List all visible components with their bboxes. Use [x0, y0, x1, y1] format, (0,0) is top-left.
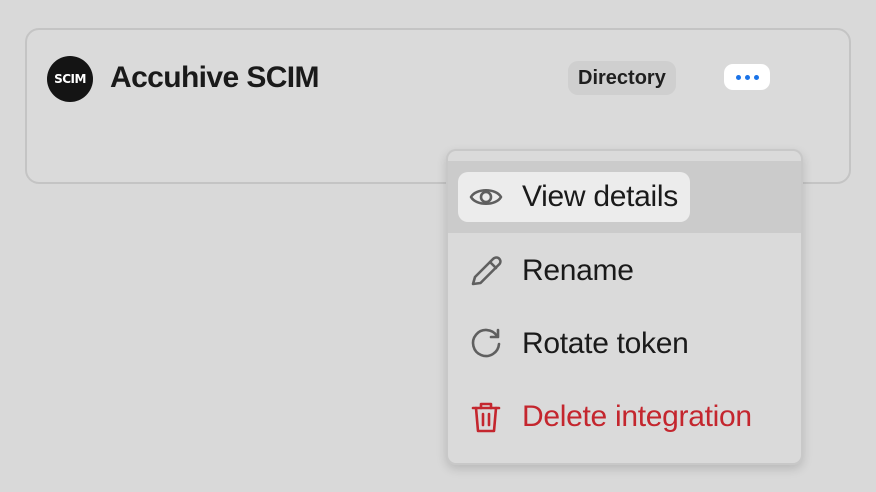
menu-item-highlight: View details	[458, 172, 690, 222]
page: SCIM Accuhive SCIM Directory View detail…	[0, 0, 876, 492]
type-badge-label: Directory	[578, 66, 666, 89]
integration-name: Accuhive SCIM	[110, 61, 320, 94]
menu-item-label: View details	[522, 180, 678, 213]
menu-item-label: Delete integration	[522, 400, 752, 433]
more-dot-icon	[735, 74, 741, 80]
more-dot-icon	[753, 74, 759, 80]
menu-item-view-details[interactable]: View details	[448, 161, 801, 233]
more-dot-icon	[744, 74, 750, 80]
actions-menu: View details Rename Rotate token Delete …	[446, 149, 803, 465]
menu-item-label: Rotate token	[522, 327, 689, 360]
menu-item-row: Rename	[458, 246, 646, 296]
rotate-icon	[468, 326, 504, 362]
menu-item-row: Rotate token	[458, 319, 701, 369]
eye-icon	[468, 179, 504, 215]
logo-text: SCIM	[54, 72, 86, 86]
type-badge: Directory	[568, 61, 676, 95]
trash-icon	[468, 399, 504, 435]
menu-item-row: Delete integration	[458, 392, 764, 442]
integration-logo: SCIM	[47, 56, 93, 102]
pencil-icon	[468, 253, 504, 289]
menu-item-label: Rename	[522, 254, 634, 287]
menu-item-delete-integration[interactable]: Delete integration	[448, 381, 801, 453]
more-options-button[interactable]	[724, 64, 770, 90]
menu-item-rotate-token[interactable]: Rotate token	[448, 308, 801, 380]
menu-item-rename[interactable]: Rename	[448, 235, 801, 307]
